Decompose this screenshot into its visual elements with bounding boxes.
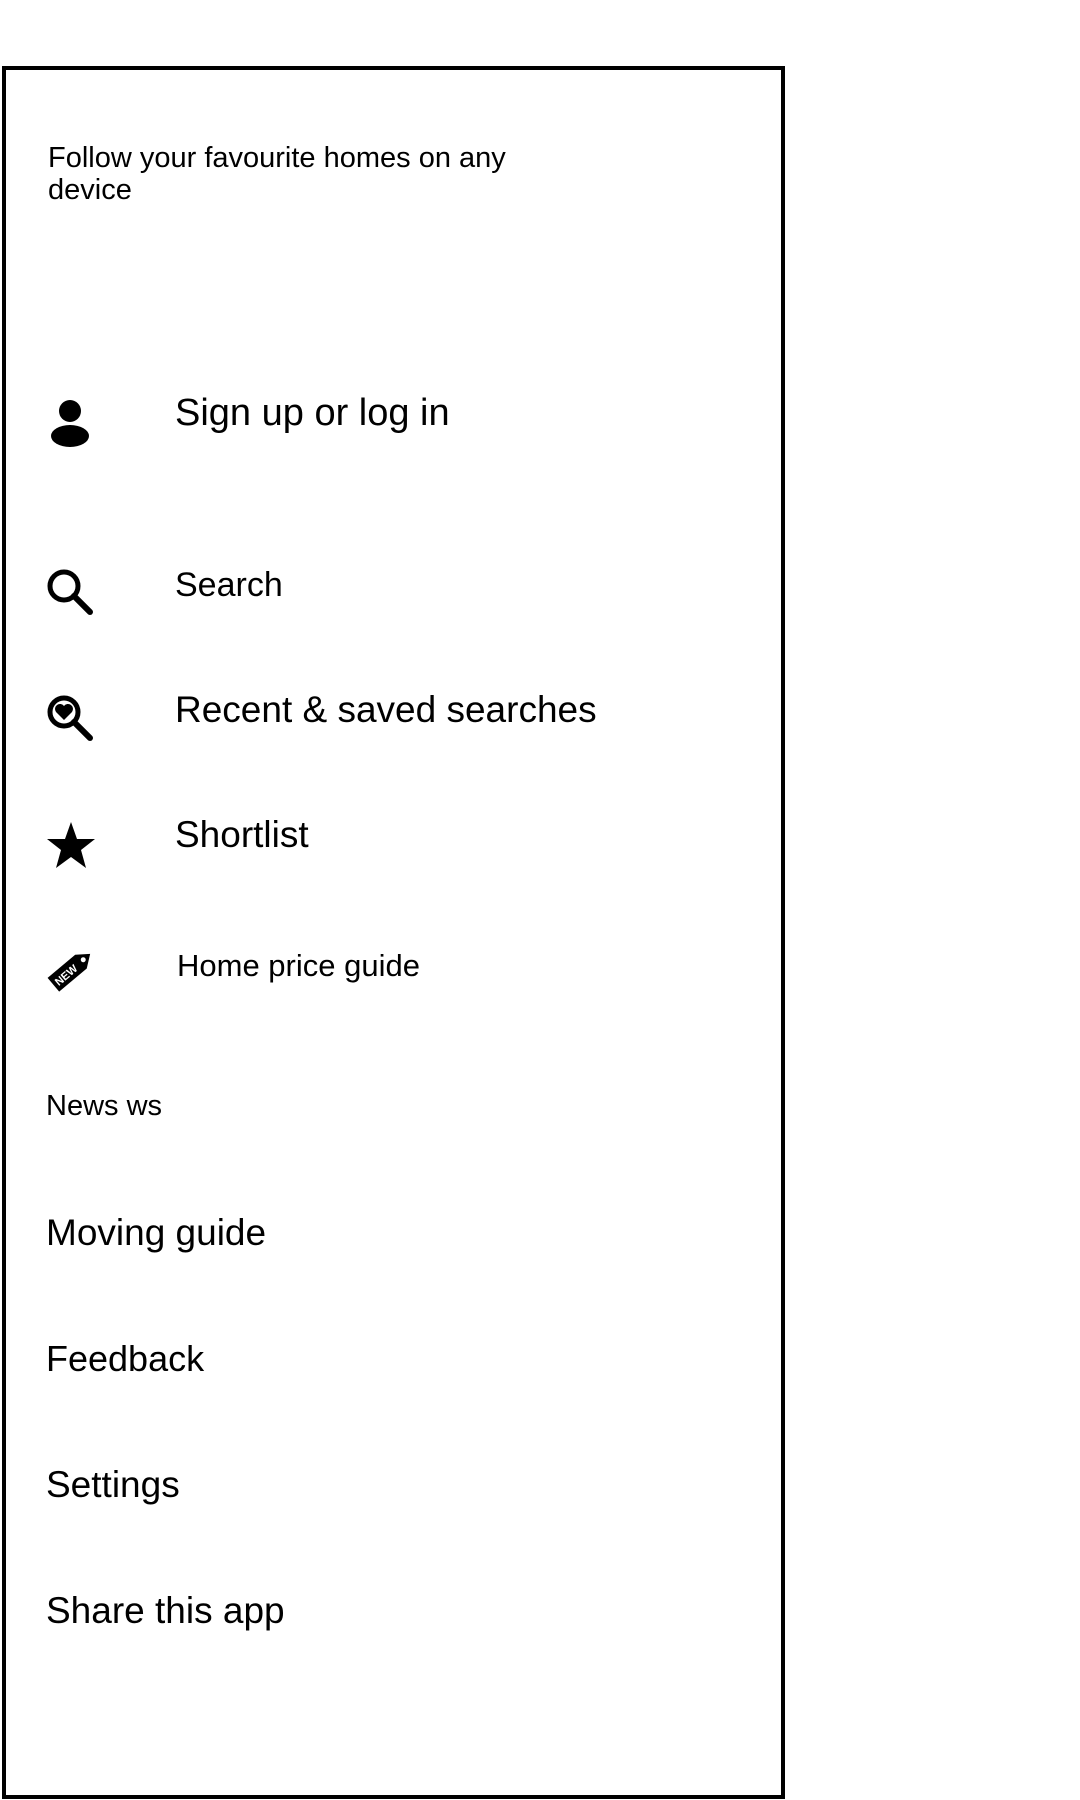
new-tag-icon: NEW: [44, 943, 98, 997]
moving-guide-item[interactable]: Moving guide: [46, 1212, 266, 1254]
navigation-drawer: Follow your favourite homes on any devic…: [2, 66, 785, 1799]
star-icon: [44, 819, 98, 873]
feedback-item[interactable]: Feedback: [46, 1338, 204, 1380]
person-icon: [44, 397, 98, 451]
shortlist-item[interactable]: Shortlist: [6, 792, 781, 892]
home-price-guide-item[interactable]: NEW Home price guide: [6, 916, 781, 1016]
heart-search-icon: [44, 692, 98, 746]
search-label: Search: [175, 566, 283, 604]
recent-saved-searches-label: Recent & saved searches: [175, 689, 597, 730]
search-item[interactable]: Search: [6, 539, 781, 639]
settings-item[interactable]: Settings: [46, 1464, 180, 1506]
recent-saved-searches-item[interactable]: Recent & saved searches: [6, 665, 781, 765]
share-app-item[interactable]: Share this app: [46, 1590, 285, 1632]
sign-up-login-item[interactable]: Sign up or log in: [6, 370, 781, 470]
news-item[interactable]: News ws: [46, 1090, 162, 1123]
sign-up-login-label: Sign up or log in: [175, 392, 450, 434]
screen: Follow your favourite homes on any devic…: [0, 0, 1080, 1800]
search-icon: [44, 566, 98, 620]
home-price-guide-label: Home price guide: [177, 948, 420, 983]
drawer-tagline: Follow your favourite homes on any devic…: [48, 142, 506, 206]
shortlist-label: Shortlist: [175, 814, 309, 855]
